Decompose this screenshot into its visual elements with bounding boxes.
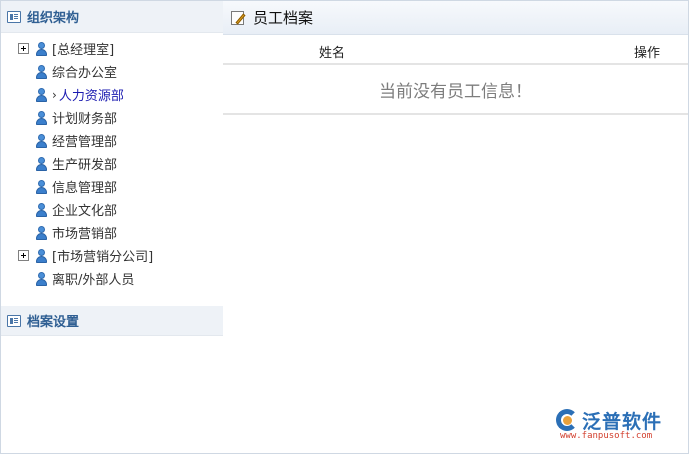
settings-panel-header[interactable]: 档案设置: [1, 306, 223, 336]
tree-item-label: 经营管理部: [52, 135, 118, 150]
tree-item-operations[interactable]: 经营管理部: [1, 129, 223, 152]
org-panel-header[interactable]: 组织架构: [1, 1, 223, 33]
user-icon: [35, 202, 48, 217]
empty-state-row: 当前没有员工信息！: [223, 65, 688, 115]
settings-panel: 档案设置: [1, 306, 223, 336]
sidebar: 组织架构 [总经理室] 综合办公室 › 人力资源部 计划财务部 经营管理部 生产…: [1, 1, 223, 453]
tree-item-label: [总经理室]: [52, 43, 115, 58]
user-icon: [35, 41, 48, 56]
logo-url-text: www.fanpusoft.com: [560, 431, 653, 441]
expand-plus-icon[interactable]: [18, 43, 29, 54]
tree-item-label: 综合办公室: [52, 66, 118, 81]
user-icon: [35, 248, 48, 263]
tree-item-external[interactable]: 离职/外部人员: [1, 267, 223, 290]
tree-item-label: 市场营销部: [52, 227, 118, 242]
tree-item-culture[interactable]: 企业文化部: [1, 198, 223, 221]
page-title: 员工档案: [253, 9, 314, 27]
user-icon: [35, 133, 48, 148]
user-icon: [35, 156, 48, 171]
user-icon: [35, 87, 48, 102]
user-icon: [35, 225, 48, 240]
selected-caret-icon: ›: [52, 87, 57, 102]
app-frame: 组织架构 [总经理室] 综合办公室 › 人力资源部 计划财务部 经营管理部 生产…: [0, 0, 689, 454]
tree-item-label: 企业文化部: [52, 204, 118, 219]
column-header-action: 操作: [633, 46, 660, 61]
org-panel-title: 组织架构: [27, 11, 80, 26]
user-icon: [35, 271, 48, 286]
tree-item-label: 计划财务部: [52, 112, 118, 127]
tree-item-marketing-branch[interactable]: [市场营销分公司]: [1, 244, 223, 267]
column-header-name: 姓名: [319, 46, 346, 61]
tree-item-label: 人力资源部: [58, 89, 124, 104]
tree-item-admin-office[interactable]: 综合办公室: [1, 60, 223, 83]
tree-item-label: 信息管理部: [52, 181, 118, 196]
table-header: 姓名 操作: [223, 35, 688, 65]
tree-item-finance[interactable]: 计划财务部: [1, 106, 223, 129]
org-tree: [总经理室] 综合办公室 › 人力资源部 计划财务部 经营管理部 生产研发部 信…: [1, 33, 223, 290]
settings-panel-title: 档案设置: [27, 315, 80, 330]
main-content: 员工档案 姓名 操作 当前没有员工信息！ 泛普软件 www.fanpusoft.…: [223, 1, 688, 453]
tree-item-rnd[interactable]: 生产研发部: [1, 152, 223, 175]
tree-item-marketing[interactable]: 市场营销部: [1, 221, 223, 244]
main-header: 员工档案: [223, 1, 688, 35]
tree-item-label: 离职/外部人员: [52, 273, 135, 288]
user-icon: [35, 64, 48, 79]
brand-logo: 泛普软件 www.fanpusoft.com: [556, 407, 678, 443]
panel-icon: [7, 10, 21, 23]
expand-plus-icon[interactable]: [18, 250, 29, 261]
tree-item-label: [市场营销分公司]: [52, 250, 154, 265]
tree-item-label: 生产研发部: [52, 158, 118, 173]
edit-document-icon: [231, 10, 249, 26]
empty-state-message: 当前没有员工信息！: [379, 81, 532, 102]
user-icon: [35, 179, 48, 194]
tree-item-general-office[interactable]: [总经理室]: [1, 37, 223, 60]
user-icon: [35, 110, 48, 125]
logo-brand-text: 泛普软件: [582, 411, 663, 433]
logo-mark-icon: [556, 409, 578, 431]
tree-item-it[interactable]: 信息管理部: [1, 175, 223, 198]
tree-item-hr[interactable]: › 人力资源部: [1, 83, 223, 106]
panel-icon: [7, 314, 21, 327]
